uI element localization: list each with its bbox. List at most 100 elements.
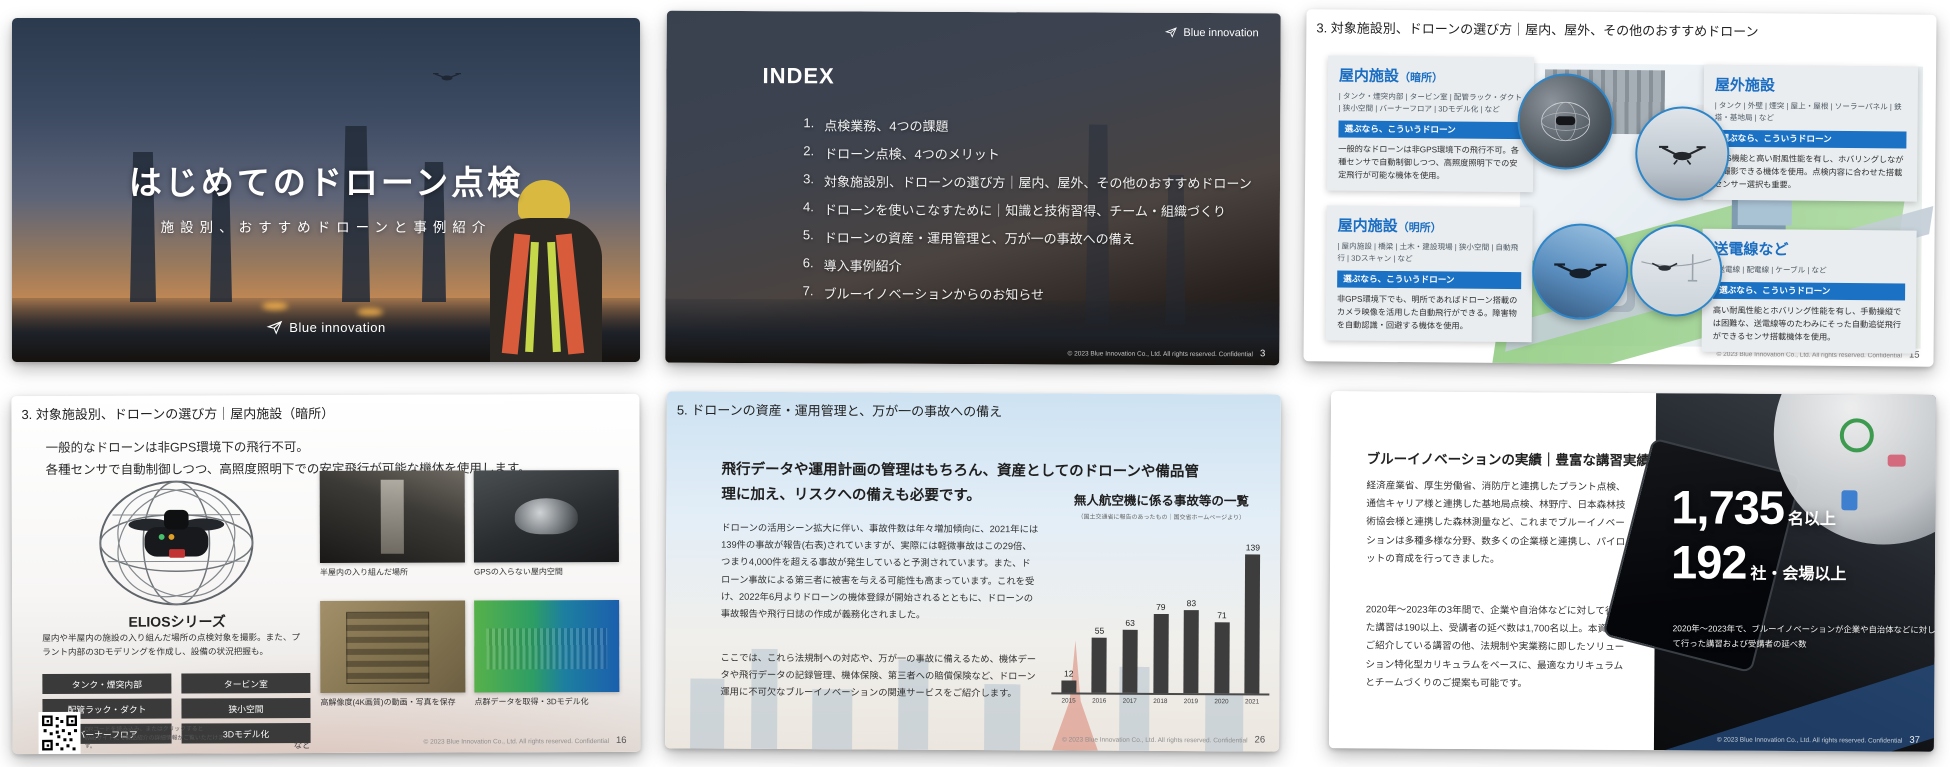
helmet-sticker [1887, 454, 1906, 467]
indoor-dark-drone-photo [1517, 73, 1614, 170]
bar-2017: 63 [1119, 527, 1142, 693]
slide-title: 3. 対象施設別、ドローンの選び方｜屋内施設（暗所） [21, 405, 335, 423]
bar-2015: 12 [1057, 526, 1080, 693]
outdoor-drone-photo [1634, 106, 1730, 201]
card-body: 一般的なドローンは非GPS環境下の飛行不可。各種センサで自動制御しつつ、高照度照… [1338, 144, 1520, 181]
body-paragraph: ここでは、これら法規制への対応や、万が一の事故に備えるため、機体データや飛行デー… [720, 652, 1037, 699]
product-description: 屋内や半屋内の施設の入り組んだ場所の点検対象を撮影。また、プラント内部の3Dモデ… [42, 632, 301, 657]
drone-near-powerline-icon [1641, 254, 1712, 282]
qr-caption: QRコードを読み込み、またはクリックすると Webサイトにて製品紹介の詳細情報が… [84, 726, 224, 751]
bar-2021: 139 [1241, 527, 1264, 694]
photo-caption: GPSの入らない屋内空間 [473, 567, 563, 577]
page-number: 16 [615, 734, 627, 746]
inspection-photo-1 [319, 470, 465, 564]
select-drone-bar: 選ぶなら、こういうドローン [1337, 270, 1522, 289]
photo-caption: 高解像度(4K画質)の動画・写真を保存 [320, 697, 456, 708]
copyright-text: © 2023 Blue Innovation Co., Ltd. All rig… [1062, 736, 1248, 745]
paper-plane-icon [1164, 27, 1177, 38]
stat-trainees: 1,735 名以上 [1671, 479, 1847, 536]
slide-footer: © 2023 Blue Innovation Co., Ltd. All rig… [424, 735, 627, 747]
bar-2016: 55 [1088, 527, 1111, 693]
stat-unit: 社・会場以上 [1750, 566, 1847, 584]
card-tags: | 屋内施設 | 橋梁 | 土木・建設現場 | 狭小空間 | 自動飛行 | 3D… [1337, 241, 1519, 263]
drone-icon [1659, 145, 1706, 165]
slide-footer: © 2023 Blue Innovation Co., Ltd. All rig… [1717, 734, 1920, 746]
photo-caption: 半屋内の入り組んだ場所 [319, 567, 409, 578]
accident-bar-chart: 無人航空機に係る事故等の一覧 （国土交通省に報告のあったもの｜国交省ホームページ… [1051, 489, 1271, 706]
index-item[interactable]: 3. 対象施設別、ドローンの選び方｜屋内、屋外、その他のおすすめドローン [796, 171, 1252, 192]
card-heading: 屋内施設（明所） [1337, 217, 1442, 236]
body-paragraph: 2020年～2023年の3年間で、企業や自治体などに対して行った講習は190以上… [1365, 604, 1627, 690]
index-item[interactable]: 7. ブルーイノベーションからのお知らせ [795, 283, 1251, 304]
card-tags: | タンク・煙突内部 | タービン室 | 配管ラック・ダクト | 狭小空間 | … [1338, 91, 1523, 114]
slide-3-selection-overview[interactable]: 3. 対象施設別、ドローンの選び方｜屋内、屋外、その他のおすすめドローン 屋内施… [1303, 9, 1937, 367]
slide-grid: はじめてのドローン点検 施設別、おすすめドローンと事例紹介 Blue innov… [0, 0, 1950, 767]
index-item[interactable]: 6. 導入事例紹介 [796, 255, 1252, 276]
photo-caption: 点群データを取得・3Dモデル化 [474, 697, 589, 707]
use-case-chip: タンク・煙突内部 [42, 673, 172, 694]
select-drone-bar: 選ぶなら、こういうドローン [1338, 120, 1523, 139]
slide-title: ブルーイノベーションの実績｜豊富な講習実績 [1366, 451, 1650, 469]
qr-code[interactable] [40, 713, 79, 752]
index-item[interactable]: 4. ドローンを使いこなすために｜知識と技術習得、チーム・組織づくり [796, 199, 1252, 220]
chart-title: 無人航空機に係る事故等の一覧 [1073, 493, 1249, 509]
deck-subtitle: 施設別、おすすめドローンと事例紹介 [160, 219, 492, 235]
stat-companies: 192 社・会場以上 [1671, 535, 1847, 592]
brand-name: Blue innovation [1183, 26, 1259, 39]
use-case-chip: タービン室 [181, 673, 311, 694]
bar-2020: 71 [1210, 527, 1233, 694]
slide-4-indoor-dark-detail[interactable]: 3. 対象施設別、ドローンの選び方｜屋内施設（暗所） 一般的なドローンは非GPS… [11, 393, 641, 755]
index-item[interactable]: 5. ドローンの資産・運用管理と、万が一の事故への備え [796, 227, 1252, 248]
slide-title: 5. ドローンの資産・運用管理と、万が一の事故への備え [676, 402, 1003, 420]
bar-2019: 83 [1180, 527, 1203, 694]
card-outdoor: 屋外施設 | タンク | 外壁 | 煙突 | 屋上・屋根 | ソーラーパネル |… [1702, 64, 1919, 202]
card-indoor-dark: 屋内施設（暗所） | タンク・煙突内部 | タービン室 | 配管ラック・ダクト … [1326, 55, 1535, 193]
copyright-text: © 2023 Blue Innovation Co., Ltd. All rig… [423, 738, 610, 746]
stat-value: 192 [1670, 535, 1747, 590]
slide-footer: © 2023 Blue Innovation Co., Ltd. All rig… [1062, 733, 1265, 745]
product-name: ELIOSシリーズ [128, 613, 226, 630]
powerline-drone-photo [1629, 224, 1723, 317]
card-indoor-bright: 屋内施設（明所） | 屋内施設 | 橋梁 | 土木・建設現場 | 狭小空間 | … [1325, 205, 1533, 343]
stat-unit: 名以上 [1787, 510, 1837, 529]
plant-light [357, 308, 383, 316]
body-paragraph: 経済産業省、厚生労働省、消防庁と連携したプラント点検、通信キャリア様と連携した基… [1366, 480, 1626, 566]
slide-5-risk-management[interactable]: 5. ドローンの資産・運用管理と、万が一の事故への備え 飛行データや運用計画の管… [665, 391, 1281, 752]
slide-6-training-results[interactable]: ブルーイノベーションの実績｜豊富な講習実績 経済産業省、厚生労働省、消防庁と連携… [1328, 391, 1937, 752]
index-item[interactable]: 1. 点検業務、4つの課題 [796, 115, 1252, 136]
chart-plot-area: 12 55 63 79 83 71 139 [1051, 526, 1271, 696]
card-body: GPS機能と高い耐風性能を有し、ホバリングしながら撮影できる機体を使用。点検内容… [1713, 153, 1904, 190]
card-heading: 屋内施設（暗所） [1338, 67, 1444, 86]
page-number: 3 [1259, 348, 1266, 360]
deck-title: はじめてのドローン点検 [128, 163, 524, 201]
card-tags: | 送電線 | 配電線 | ケーブル | など [1713, 264, 1827, 275]
chart-subtitle: （国土交通省に報告のあったもの｜国交省ホームページより） [1077, 514, 1246, 522]
inspection-photo-3 [320, 600, 466, 694]
page-number: 26 [1254, 734, 1266, 746]
helmet-sticker [1839, 418, 1874, 453]
brand-name: Blue innovation [289, 320, 386, 335]
copyright-text: © 2023 Blue Innovation Co., Ltd. All rig… [1067, 350, 1253, 359]
index-list: 1. 点検業務、4つの課題 2. ドローン点検、4つのメリット 3. 対象施設別、ドロ… [795, 115, 1252, 313]
inspection-photo-4 [474, 599, 620, 693]
page-number: 37 [1909, 734, 1921, 746]
stat-value: 1,735 [1671, 480, 1785, 534]
card-heading: 送電線など [1713, 240, 1789, 259]
chart-x-axis: 2015 2016 2017 2018 2019 2020 2021 [1061, 697, 1260, 706]
slide-1-title[interactable]: はじめてのドローン点検 施設別、おすすめドローンと事例紹介 Blue innov… [12, 18, 640, 362]
card-powerline: 送電線など | 送電線 | 配電線 | ケーブル | など 選ぶなら、こういうド… [1701, 228, 1917, 354]
stats-caption: 2020年～2023年で、ブルーイノベーションが企業や自治体などに対して行った講… [1672, 623, 1936, 649]
bar-2018: 79 [1149, 527, 1172, 694]
drone-icon [1554, 263, 1607, 279]
text-panel: ブルーイノベーションの実績｜豊富な講習実績 経済産業省、厚生労働省、消防庁と連携… [1328, 391, 1657, 751]
select-drone-bar: 選ぶなら、こういうドローン [1713, 281, 1906, 301]
index-item[interactable]: 2. ドローン点検、4つのメリット [796, 143, 1252, 164]
slide-2-index[interactable]: Blue innovation INDEX 1. 点検業務、4つの課題 2. ドロー… [665, 10, 1281, 366]
inspection-photo-2 [473, 469, 619, 563]
qr-block: QRコードを読み込み、またはクリックすると Webサイトにて製品紹介の詳細情報が… [40, 713, 234, 752]
card-body: 高い耐風性能とホバリング性能を有し、手動操縦では困難な、送電線等のたわみにそった… [1712, 305, 1902, 342]
card-heading: 屋外施設 [1714, 76, 1775, 95]
pilot-photo-panel: 1,735 名以上 192 社・会場以上 2020年～2023年で、ブルーイノベ… [1602, 391, 1937, 752]
brand-logo: Blue innovation [1164, 26, 1259, 39]
plant-light [262, 302, 288, 310]
